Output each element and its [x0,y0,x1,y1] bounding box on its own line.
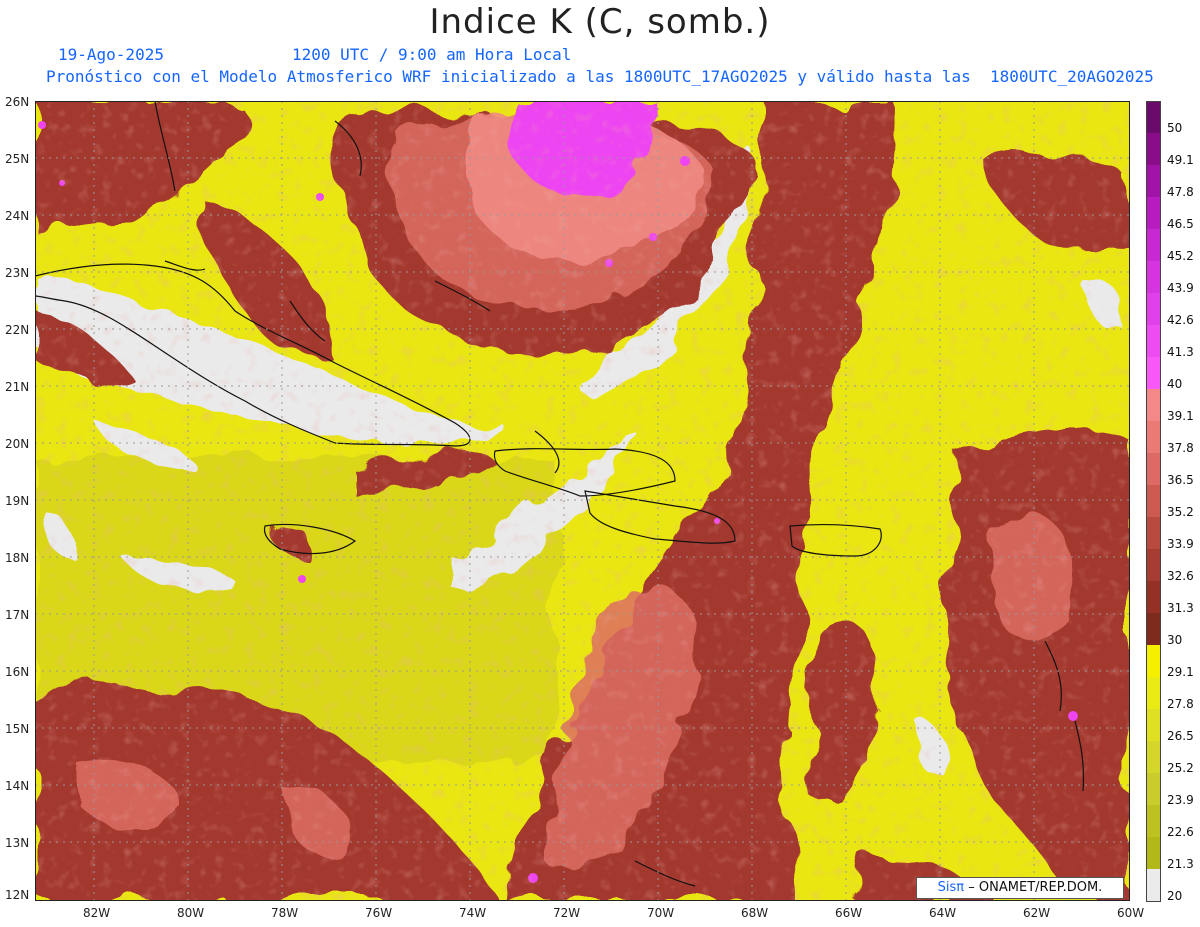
lat-label: 20N [5,437,30,451]
legend-label: 30 [1167,633,1183,647]
legend-label: 27.8 [1167,697,1194,711]
legend-label: 42.6 [1167,313,1194,327]
lon-label: 76W [365,906,393,920]
lon-label: 68W [741,906,769,920]
legend-label: 32.6 [1167,569,1194,583]
lon-label: 72W [553,906,581,920]
legend-label: 29.1 [1167,665,1194,679]
legend-label: 21.3 [1167,857,1194,871]
legend-label: 23.9 [1167,793,1194,807]
lat-label: 12N [5,888,30,902]
forecast-time: 1200 UTC / 9:00 am Hora Local [292,45,572,64]
legend-label: 31.3 [1167,601,1194,615]
lat-label: 19N [5,494,30,508]
lon-label: 80W [177,906,205,920]
lat-label: 26N [5,95,30,109]
lat-label: 14N [5,779,30,793]
legend-label: 37.8 [1167,441,1194,455]
lat-label: 24N [5,209,30,223]
legend-label: 47.8 [1167,185,1194,199]
credit-org: – ONAMET/REP.DOM. [968,880,1103,895]
lon-label: 82W [83,906,111,920]
lon-label: 78W [271,906,299,920]
forecast-date: 19-Ago-2025 [58,45,164,64]
legend-label: 36.5 [1167,473,1194,487]
lon-label: 74W [459,906,487,920]
legend-label: 41.3 [1167,345,1194,359]
legend-frame [1146,101,1161,902]
legend-label: 20 [1167,889,1183,903]
legend-label: 43.9 [1167,281,1194,295]
sispi-logo: Sisπ [937,880,965,895]
legend-label: 35.2 [1167,505,1194,519]
lat-label: 22N [5,323,30,337]
lon-label: 70W [647,906,675,920]
lat-label: 16N [5,665,30,679]
lat-label: 23N [5,266,30,280]
lat-label: 18N [5,551,30,565]
k-index-map [35,101,1130,901]
legend-label: 33.9 [1167,537,1194,551]
legend-label: 45.2 [1167,249,1194,263]
lat-label: 15N [5,722,30,736]
legend-label: 39.1 [1167,409,1194,423]
field-texture [35,101,1130,901]
lat-label: 13N [5,836,30,850]
legend-label: 26.5 [1167,729,1194,743]
legend-label: 50 [1167,121,1183,135]
lon-label: 60W [1117,906,1145,920]
credit-box: Sisπ – ONAMET/REP.DOM. [916,877,1124,899]
lat-label: 21N [5,380,30,394]
legend-label: 25.2 [1167,761,1194,775]
lon-label: 66W [835,906,863,920]
lon-label: 62W [1023,906,1051,920]
lat-label: 17N [5,608,30,622]
lat-label: 25N [5,152,30,166]
legend-label: 40 [1167,377,1183,391]
forecast-description: Pronóstico con el Modelo Atmosferico WRF… [46,67,1154,86]
legend-label: 22.6 [1167,825,1194,839]
lon-label: 64W [929,906,957,920]
map-title: Indice K (C, somb.) [429,2,771,42]
legend-label: 46.5 [1167,217,1194,231]
legend-label: 49.1 [1167,153,1194,167]
